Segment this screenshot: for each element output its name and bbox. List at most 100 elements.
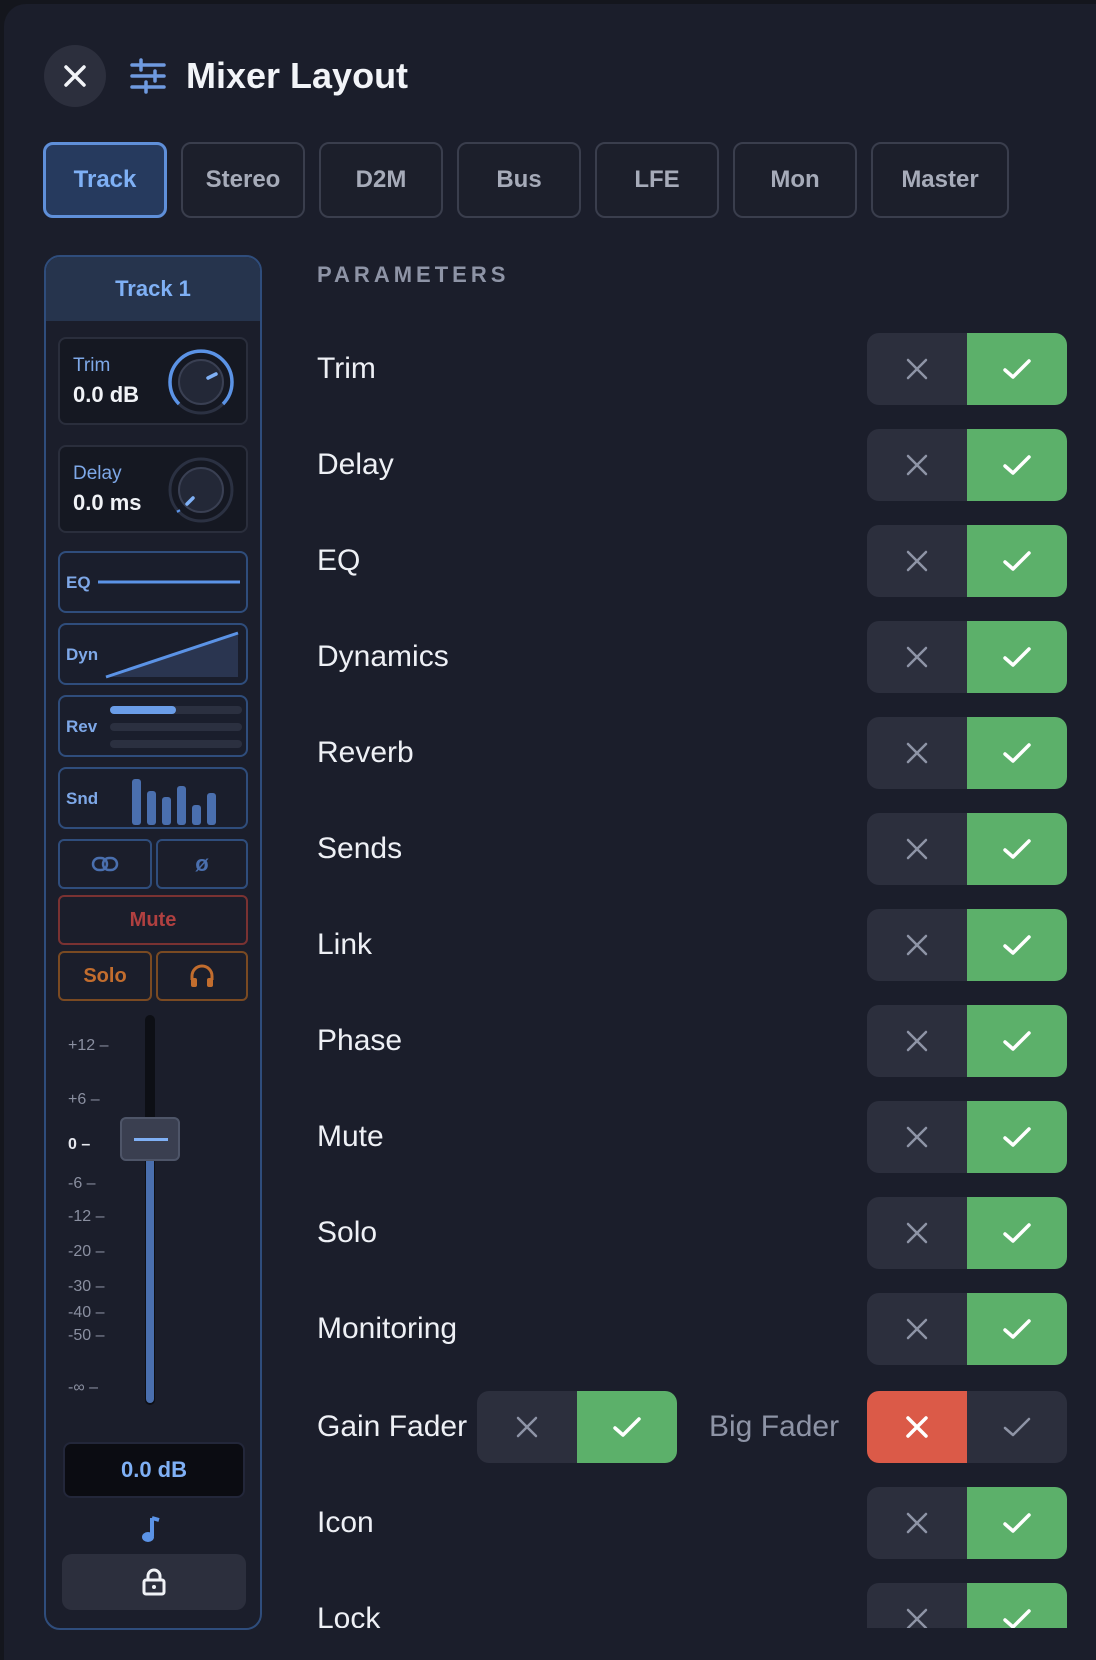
parameter-row: Monitoring <box>317 1293 1067 1365</box>
gain-fader-toggle[interactable] <box>477 1391 677 1463</box>
toggle-off-button[interactable] <box>867 1487 967 1559</box>
x-icon <box>906 646 928 668</box>
close-button[interactable] <box>44 45 106 107</box>
parameter-toggle[interactable] <box>867 813 1067 885</box>
check-icon <box>1003 1223 1031 1243</box>
toggle-off-button[interactable] <box>867 1391 967 1463</box>
toggle-off-button[interactable] <box>867 1101 967 1173</box>
solo-button[interactable]: Solo <box>58 951 152 1001</box>
toggle-off-button[interactable] <box>867 429 967 501</box>
parameter-label: Dynamics <box>317 640 449 673</box>
parameter-toggle[interactable] <box>867 1101 1067 1173</box>
parameter-toggle[interactable] <box>867 1293 1067 1365</box>
parameter-toggle[interactable] <box>867 429 1067 501</box>
parameter-label: Icon <box>317 1506 374 1539</box>
trim-control[interactable]: Trim 0.0 dB <box>58 337 248 425</box>
toggle-off-button[interactable] <box>867 621 967 693</box>
scale-label: +6 – <box>68 1091 100 1108</box>
tab-master[interactable]: Master <box>871 142 1009 218</box>
x-icon <box>516 1416 538 1438</box>
parameter-toggle[interactable] <box>867 1487 1067 1559</box>
parameter-toggle[interactable] <box>867 717 1067 789</box>
toggle-on-button[interactable] <box>967 717 1067 789</box>
tab-d2m[interactable]: D2M <box>319 142 443 218</box>
toggle-off-button[interactable] <box>867 909 967 981</box>
gain-fader-row: Gain Fader Big Fader <box>317 1391 1067 1463</box>
gain-fader-label: Gain Fader <box>317 1410 468 1443</box>
x-icon <box>906 1126 928 1148</box>
parameter-toggle[interactable] <box>867 909 1067 981</box>
parameter-row: Link <box>317 909 1067 981</box>
toggle-on-button[interactable] <box>967 621 1067 693</box>
toggle-off-button[interactable] <box>477 1391 577 1463</box>
parameter-toggle[interactable] <box>867 1197 1067 1269</box>
tab-bus[interactable]: Bus <box>457 142 581 218</box>
toggle-on-button[interactable] <box>967 1005 1067 1077</box>
snd-label: Snd <box>66 789 99 808</box>
phase-button[interactable]: ø <box>156 839 248 889</box>
check-icon <box>1003 935 1031 955</box>
delay-knob[interactable] <box>166 455 236 525</box>
toggle-on-button[interactable] <box>967 1293 1067 1365</box>
lock-button[interactable] <box>62 1554 246 1610</box>
mute-button[interactable]: Mute <box>58 895 248 945</box>
toggle-on-button[interactable] <box>967 525 1067 597</box>
scale-label-zero: 0 – <box>68 1136 91 1153</box>
monitor-button[interactable] <box>156 951 248 1001</box>
delay-control[interactable]: Delay 0.0 ms <box>58 445 248 533</box>
check-icon <box>1003 455 1031 475</box>
big-fader-toggle[interactable] <box>867 1391 1067 1463</box>
parameter-label: Monitoring <box>317 1312 458 1345</box>
headphones-icon <box>190 964 214 987</box>
toggle-on-button[interactable] <box>967 1197 1067 1269</box>
toggle-on-button[interactable] <box>577 1391 677 1463</box>
x-icon <box>906 1318 928 1340</box>
parameter-row: Solo <box>317 1197 1067 1269</box>
toggle-off-button[interactable] <box>867 1005 967 1077</box>
x-icon <box>906 838 928 860</box>
snd-preview[interactable]: Snd <box>58 767 248 829</box>
eq-label: EQ <box>66 573 91 592</box>
toggle-off-button[interactable] <box>867 525 967 597</box>
check-icon <box>1003 1031 1031 1051</box>
delay-value: 0.0 ms <box>73 490 142 515</box>
toggle-on-button[interactable] <box>967 1487 1067 1559</box>
toggle-on-button[interactable] <box>967 333 1067 405</box>
tab-mon[interactable]: Mon <box>733 142 857 218</box>
toggle-off-button[interactable] <box>867 813 967 885</box>
toggle-on-button[interactable] <box>967 1101 1067 1173</box>
toggle-off-button[interactable] <box>867 717 967 789</box>
scale-label: -30 – <box>68 1278 105 1295</box>
check-icon <box>1003 743 1031 763</box>
check-icon <box>1003 1417 1031 1437</box>
parameter-label: Link <box>317 928 373 961</box>
fader-handle[interactable] <box>120 1117 180 1161</box>
link-button[interactable] <box>58 839 152 889</box>
parameter-toggle[interactable] <box>867 333 1067 405</box>
toggle-off-button[interactable] <box>867 333 967 405</box>
check-icon <box>1003 359 1031 379</box>
toggle-on-button[interactable] <box>967 429 1067 501</box>
dyn-preview[interactable]: Dyn <box>58 623 248 685</box>
eq-preview[interactable]: EQ <box>58 551 248 613</box>
fader-value[interactable]: 0.0 dB <box>63 1442 245 1498</box>
parameter-label: Solo <box>317 1216 378 1249</box>
toggle-off-button[interactable] <box>867 1293 967 1365</box>
tab-track[interactable]: Track <box>43 142 167 218</box>
toggle-on-button[interactable] <box>967 813 1067 885</box>
toggle-off-button[interactable] <box>867 1197 967 1269</box>
tab-lfe[interactable]: LFE <box>595 142 719 218</box>
toggle-on-button[interactable] <box>967 1391 1067 1463</box>
scale-label: -12 – <box>68 1208 105 1225</box>
scale-label: -40 – <box>68 1304 105 1321</box>
tab-stereo[interactable]: Stereo <box>181 142 305 218</box>
rev-preview[interactable]: Rev <box>58 695 248 757</box>
scale-label: +12 – <box>68 1037 109 1054</box>
parameter-toggle[interactable] <box>867 1005 1067 1077</box>
trim-knob[interactable] <box>166 347 236 417</box>
parameter-label: Reverb <box>317 736 414 769</box>
x-icon <box>906 934 928 956</box>
parameter-toggle[interactable] <box>867 525 1067 597</box>
parameter-toggle[interactable] <box>867 621 1067 693</box>
toggle-on-button[interactable] <box>967 909 1067 981</box>
